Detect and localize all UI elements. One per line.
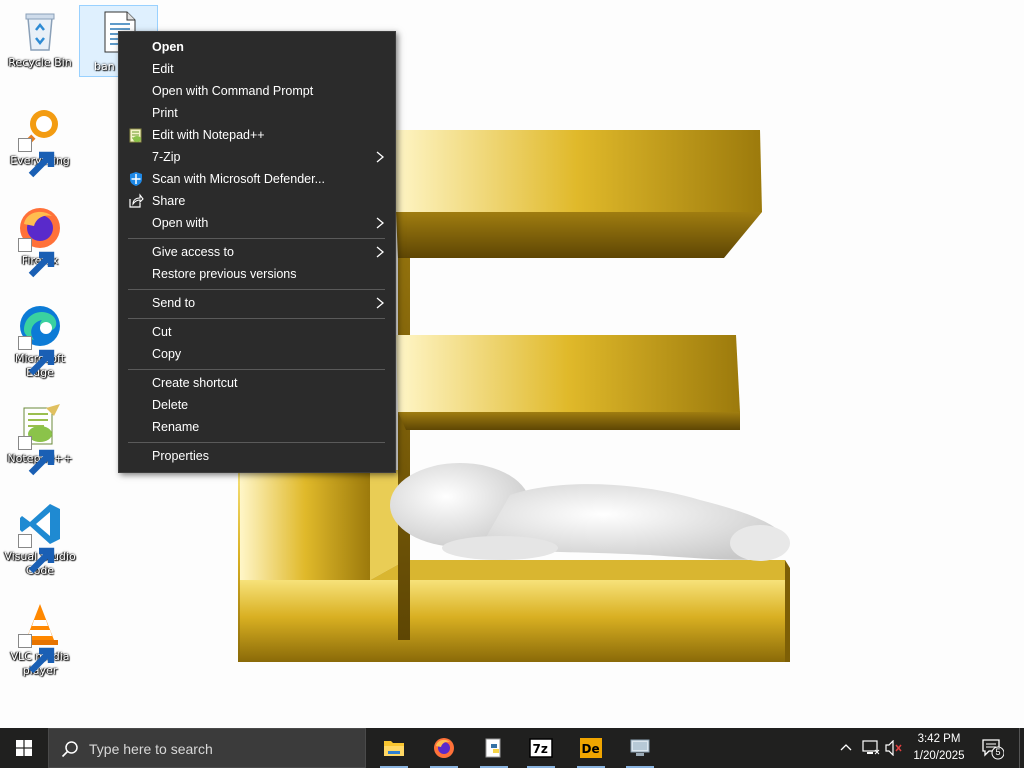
taskbar-app-firefox[interactable] — [424, 728, 464, 768]
taskbar-app-python[interactable] — [474, 728, 514, 768]
context-menu: Open Edit Open with Command Prompt Print… — [118, 31, 396, 473]
desktop-icon-everything[interactable]: Everything — [2, 104, 78, 178]
everything-icon — [16, 104, 64, 178]
search-placeholder: Type here to search — [89, 741, 213, 757]
menu-item-create-shortcut[interactable]: Create shortcut — [119, 372, 395, 394]
action-center-button[interactable]: 5 — [980, 736, 1005, 760]
menu-item-copy[interactable]: Copy — [119, 343, 395, 365]
volume-muted-icon[interactable] — [885, 740, 903, 756]
start-button[interactable] — [0, 728, 48, 768]
menu-separator — [128, 289, 385, 290]
network-app-icon — [630, 739, 650, 756]
clock-date: 1/20/2025 — [913, 750, 965, 762]
menu-separator — [128, 238, 385, 239]
edge-icon — [16, 302, 64, 376]
desktop-icon-firefox[interactable]: Firefox — [2, 204, 78, 278]
menu-separator — [128, 318, 385, 319]
desktop[interactable]: Recycle Bin Everything Firefox Microsoft… — [0, 0, 1024, 728]
defender-shield-icon — [130, 172, 142, 186]
7zip-icon: 7z — [529, 738, 553, 758]
desktop-icon-notepadpp[interactable]: Notepad++ — [2, 402, 78, 476]
python-file-icon — [485, 738, 501, 758]
menu-item-7zip[interactable]: 7-Zip — [119, 146, 395, 168]
search-icon — [61, 741, 78, 758]
taskbar-app-7zip[interactable]: 7z — [521, 728, 561, 768]
svg-text:7z: 7z — [533, 742, 548, 756]
menu-separator — [128, 369, 385, 370]
taskbar-search-box[interactable]: Type here to search — [48, 728, 366, 768]
menu-item-give-access-to[interactable]: Give access to — [119, 241, 395, 263]
system-clock[interactable]: 3:42 PM 1/20/2025 — [908, 731, 970, 765]
clock-time: 3:42 PM — [917, 733, 961, 745]
menu-item-scan-with-defender[interactable]: Scan with Microsoft Defender... — [119, 168, 395, 190]
taskbar: Type here to search 7z De 3:42 PM 1/20/2… — [0, 728, 1024, 768]
vlc-cone-icon — [16, 600, 64, 674]
shortcut-arrow-icon — [18, 336, 55, 376]
menu-item-edit[interactable]: Edit — [119, 58, 395, 80]
menu-separator — [128, 442, 385, 443]
menu-item-print[interactable]: Print — [119, 102, 395, 124]
menu-item-open-with[interactable]: Open with — [119, 212, 395, 234]
desktop-icon-microsoft-edge[interactable]: Microsoft Edge — [2, 302, 78, 380]
menu-item-edit-with-notepadpp[interactable]: Edit with Notepad++ — [119, 124, 395, 146]
chevron-up-icon[interactable] — [840, 742, 852, 754]
file-explorer-icon — [384, 741, 404, 756]
menu-item-delete[interactable]: Delete — [119, 394, 395, 416]
chevron-right-icon — [376, 217, 385, 229]
shortcut-arrow-icon — [18, 634, 55, 674]
shortcut-arrow-icon — [18, 534, 55, 574]
menu-item-open[interactable]: Open — [119, 36, 395, 58]
windows-logo-icon — [16, 740, 32, 756]
menu-item-properties[interactable]: Properties — [119, 445, 395, 467]
chevron-right-icon — [376, 297, 385, 309]
taskbar-app-dependency-walker[interactable]: De — [571, 728, 611, 768]
vscode-icon — [16, 500, 64, 574]
menu-item-open-with-command-prompt[interactable]: Open with Command Prompt — [119, 80, 395, 102]
svg-text:De: De — [582, 742, 600, 756]
chevron-right-icon — [376, 246, 385, 258]
shortcut-arrow-icon — [18, 138, 55, 178]
menu-item-share[interactable]: Share — [119, 190, 395, 212]
firefox-icon — [16, 204, 64, 278]
menu-item-cut[interactable]: Cut — [119, 321, 395, 343]
desktop-icon-recycle-bin[interactable]: Recycle Bin — [2, 6, 78, 70]
notepadpp-icon — [129, 128, 142, 143]
taskbar-app-file-explorer[interactable] — [374, 728, 414, 768]
network-icon[interactable] — [862, 740, 880, 756]
share-icon — [129, 193, 144, 208]
menu-item-rename[interactable]: Rename — [119, 416, 395, 438]
desktop-icon-label: Recycle Bin — [8, 56, 72, 69]
recycle-bin-icon — [16, 6, 64, 54]
firefox-icon — [434, 738, 454, 758]
menu-item-send-to[interactable]: Send to — [119, 292, 395, 314]
shortcut-arrow-icon — [18, 238, 55, 278]
dependency-walker-icon: De — [580, 738, 602, 758]
menu-item-restore-previous-versions[interactable]: Restore previous versions — [119, 263, 395, 285]
shortcut-arrow-icon — [18, 436, 55, 476]
notification-count-badge: 5 — [995, 747, 1001, 757]
desktop-icon-vscode[interactable]: Visual Studio Code — [2, 500, 78, 578]
show-desktop-button[interactable] — [1019, 728, 1024, 768]
taskbar-app-network[interactable] — [620, 728, 660, 768]
notepadpp-icon — [16, 402, 64, 476]
chevron-right-icon — [376, 151, 385, 163]
desktop-icon-vlc[interactable]: VLC media player — [2, 600, 78, 678]
